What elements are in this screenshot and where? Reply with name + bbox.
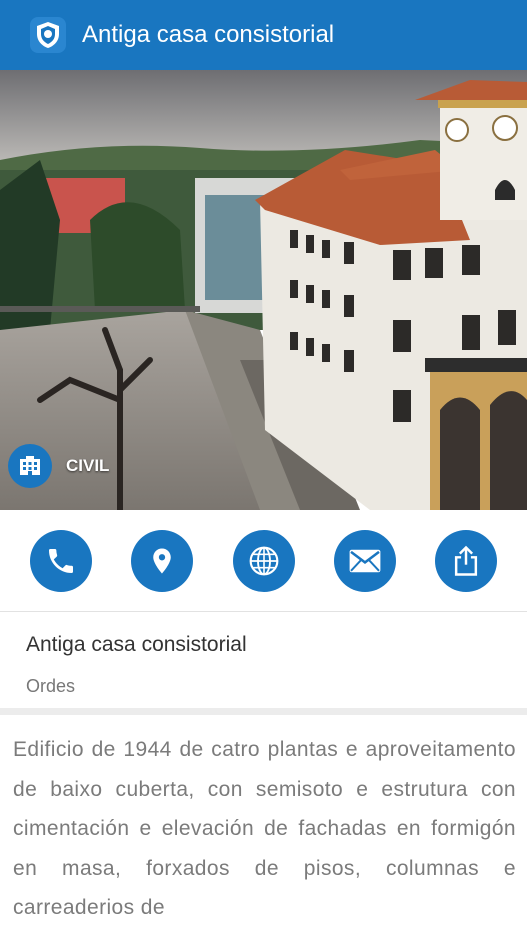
map-button[interactable] [131, 530, 193, 592]
category-label: CIVIL [66, 456, 110, 475]
envelope-icon [349, 549, 381, 573]
place-info: Antiga casa consistorial Ordes [0, 613, 527, 708]
globe-icon [249, 546, 279, 576]
email-button[interactable] [334, 530, 396, 592]
share-icon [454, 545, 478, 576]
place-description: Edificio de 1944 de catro plantas e apro… [13, 738, 516, 919]
phone-icon [49, 549, 73, 573]
section-divider [0, 708, 527, 715]
building-icon [8, 444, 52, 488]
call-button[interactable] [30, 530, 92, 592]
place-name: Antiga casa consistorial [26, 633, 247, 656]
category-badge: CIVIL [8, 444, 109, 488]
shield-logo-icon[interactable] [30, 17, 66, 53]
app-title: Antiga casa consistorial [82, 21, 335, 48]
location-pin-icon [153, 548, 171, 574]
web-button[interactable] [233, 530, 295, 592]
app-bar: Antiga casa consistorial [0, 0, 527, 70]
place-town: Ordes [26, 676, 76, 696]
action-bar [0, 510, 527, 612]
share-button[interactable] [435, 530, 497, 592]
